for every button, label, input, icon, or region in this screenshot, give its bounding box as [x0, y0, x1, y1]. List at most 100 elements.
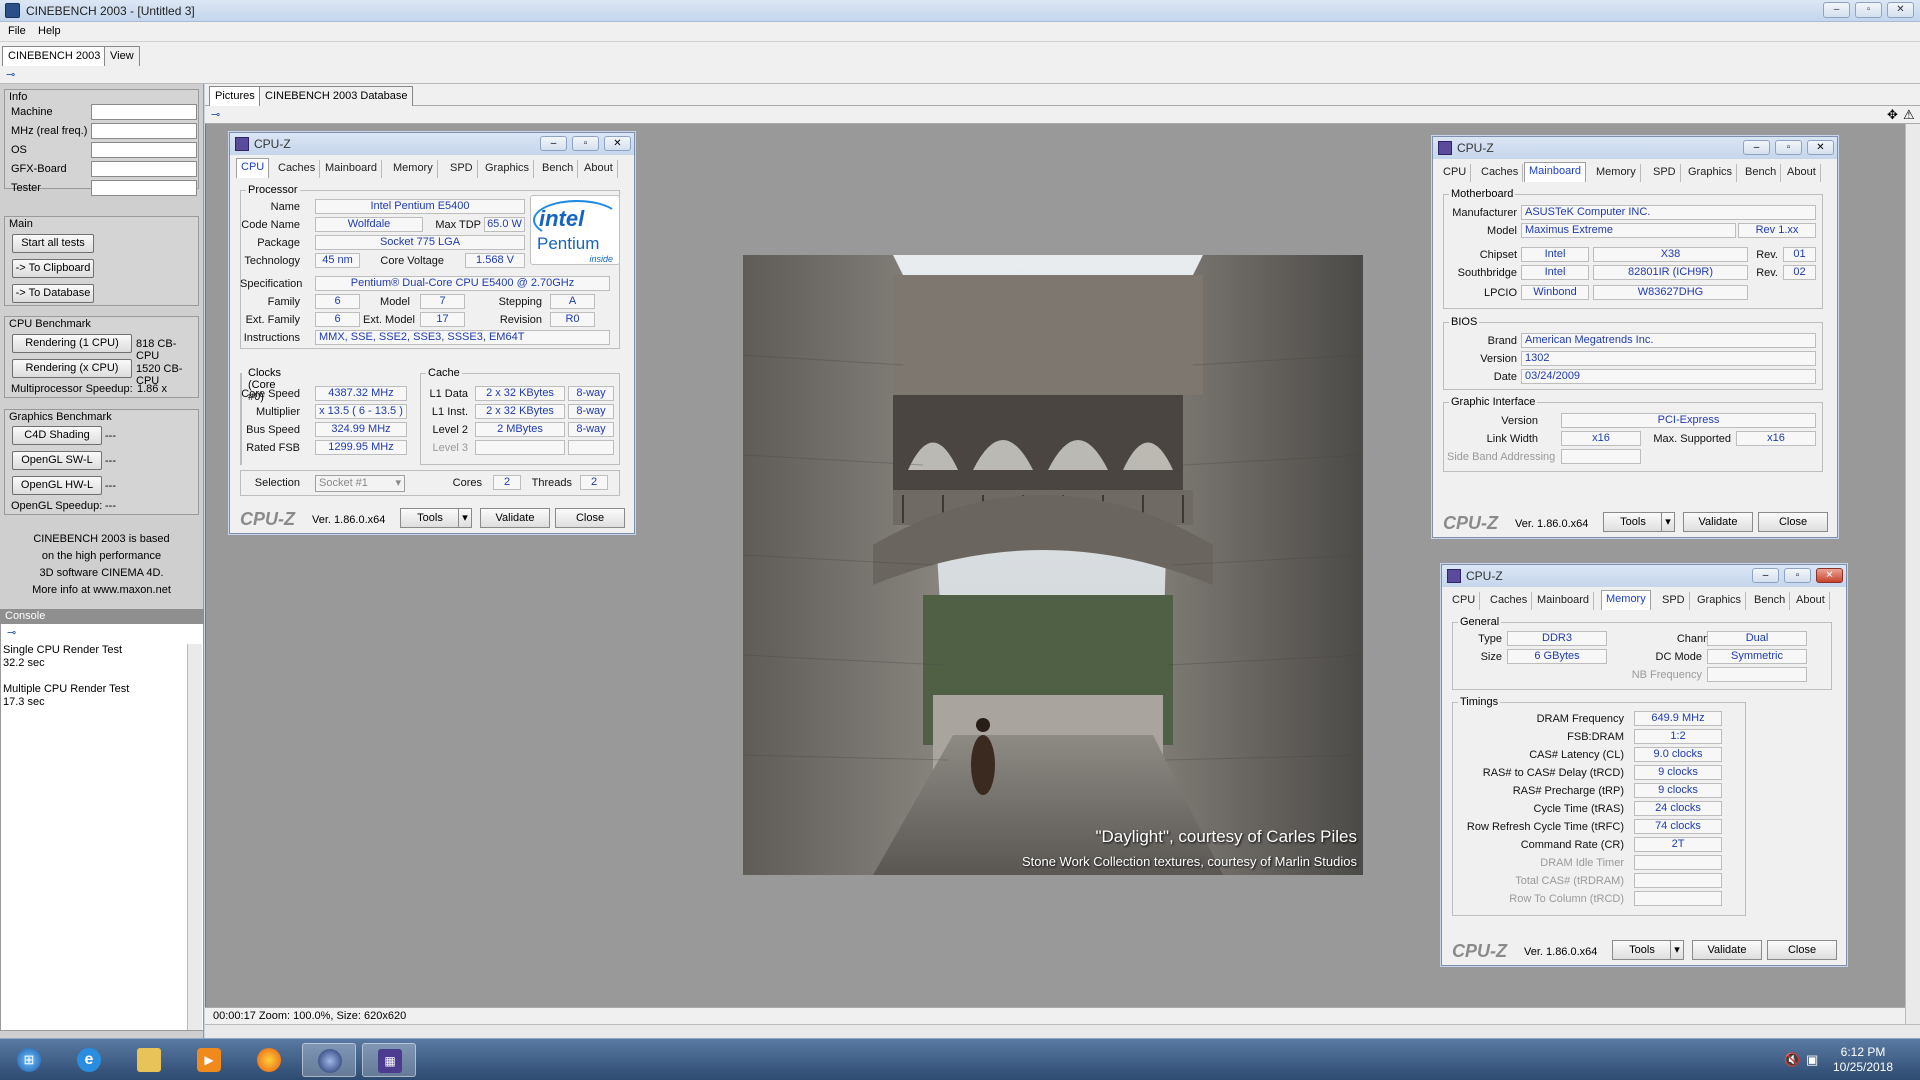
- cpuz-tab-cpu[interactable]: CPU: [1448, 592, 1481, 610]
- close-button[interactable]: ✕: [1887, 2, 1914, 18]
- taskbar-ie[interactable]: e: [62, 1043, 116, 1077]
- cpuz-close-button[interactable]: ✕: [1816, 568, 1843, 583]
- opengl-hw-button[interactable]: OpenGL HW-L: [12, 476, 102, 495]
- taskbar-cinebench[interactable]: [302, 1043, 356, 1077]
- network-icon[interactable]: ▣: [1806, 1052, 1818, 1068]
- cpuz-maximize-button[interactable]: ▫: [572, 136, 599, 151]
- cpuz-tab-spd[interactable]: SPD: [446, 160, 478, 178]
- horizontal-scrollbar[interactable]: [205, 1024, 1920, 1038]
- main-title: Main: [5, 216, 198, 230]
- cpuz-tab-about[interactable]: About: [580, 160, 618, 178]
- machine-field[interactable]: [91, 104, 197, 120]
- volume-icon[interactable]: 🔇: [1784, 1052, 1800, 1068]
- validate-button[interactable]: Validate: [1692, 940, 1762, 960]
- cpuz-tab-mainboard[interactable]: Mainboard: [1533, 592, 1594, 610]
- cpuz-tab-mainboard[interactable]: Mainboard: [1524, 162, 1586, 182]
- cpuz-tab-cpu[interactable]: CPU: [236, 158, 270, 178]
- tools-dropdown-icon[interactable]: ▾: [1670, 940, 1684, 960]
- machine-label: Machine: [11, 106, 53, 118]
- cpuz-tab-bench[interactable]: Bench: [1750, 592, 1791, 610]
- tools-dropdown-icon[interactable]: ▾: [1661, 512, 1675, 532]
- close-cpuz-button[interactable]: Close: [1758, 512, 1828, 532]
- tester-field[interactable]: [91, 180, 197, 196]
- taskbar-clock[interactable]: 6:12 PM 10/25/2018: [1828, 1045, 1898, 1075]
- about-line: 3D software CINEMA 4D.: [39, 567, 164, 579]
- tools-button[interactable]: Tools: [400, 508, 460, 528]
- cpuz-close-button[interactable]: ✕: [1807, 140, 1834, 155]
- picture-pin-icon[interactable]: ⊸: [211, 110, 224, 121]
- validate-button[interactable]: Validate: [1683, 512, 1753, 532]
- cpuz-window-cpu[interactable]: CPU-Z – ▫ ✕ CPU Caches Mainboard Memory …: [229, 132, 635, 534]
- menu-file[interactable]: File: [8, 25, 26, 37]
- close-cpuz-button[interactable]: Close: [1767, 940, 1837, 960]
- render-xcpu-button[interactable]: Rendering (x CPU): [12, 359, 132, 378]
- cpuz-tab-cpu[interactable]: CPU: [1439, 164, 1472, 182]
- l1-inst-label: L1 Inst.: [431, 406, 468, 418]
- cpuz-tab-spd[interactable]: SPD: [1649, 164, 1681, 182]
- tab-pictures[interactable]: Pictures: [209, 86, 261, 106]
- cpuz-maximize-button[interactable]: ▫: [1775, 140, 1802, 155]
- tab-cinebench[interactable]: CINEBENCH 2003: [2, 46, 107, 66]
- taskbar-firefox[interactable]: [242, 1043, 296, 1077]
- maximize-button[interactable]: ▫: [1855, 2, 1882, 18]
- cpuz-tab-spd[interactable]: SPD: [1658, 592, 1690, 610]
- cpuz-tab-graphics[interactable]: Graphics: [1684, 164, 1738, 182]
- timing-label: Total CAS# (tRDRAM): [1515, 875, 1624, 887]
- tools-dropdown-icon[interactable]: ▾: [458, 508, 472, 528]
- taskbar-cpuz[interactable]: ▦: [362, 1043, 416, 1077]
- cpuz-tab-graphics[interactable]: Graphics: [1693, 592, 1747, 610]
- vertical-scrollbar[interactable]: [1905, 124, 1920, 1024]
- cpuz-tab-about[interactable]: About: [1792, 592, 1830, 610]
- taskbar-media-player[interactable]: ▶: [182, 1043, 236, 1077]
- cpuz-tab-caches[interactable]: Caches: [274, 160, 321, 178]
- cpuz-tab-caches[interactable]: Caches: [1486, 592, 1533, 610]
- taskbar-explorer[interactable]: [122, 1043, 176, 1077]
- cpuz-tab-memory[interactable]: Memory: [389, 160, 438, 178]
- console-scrollbar[interactable]: [187, 644, 202, 1030]
- to-clipboard-button[interactable]: -> To Clipboard: [12, 259, 94, 278]
- manufacturer-label: Manufacturer: [1452, 207, 1517, 219]
- cpuz-close-button[interactable]: ✕: [604, 136, 631, 151]
- console-pin-icon[interactable]: ⊸: [7, 628, 20, 639]
- cpuz-maximize-button[interactable]: ▫: [1784, 568, 1811, 583]
- mhz-field[interactable]: [91, 123, 197, 139]
- socket-select[interactable]: Socket #1 ▾: [315, 475, 405, 492]
- minimize-button[interactable]: –: [1823, 2, 1850, 18]
- status-bar: 00:00:17 Zoom: 100.0%, Size: 620x620: [205, 1007, 1920, 1024]
- close-cpuz-button[interactable]: Close: [555, 508, 625, 528]
- gfx-board-field[interactable]: [91, 161, 197, 177]
- tab-database[interactable]: CINEBENCH 2003 Database: [259, 86, 414, 106]
- cpuz-tab-about[interactable]: About: [1783, 164, 1821, 182]
- model-label: Model: [1487, 225, 1517, 237]
- stepping-label: Stepping: [498, 296, 542, 308]
- opengl-sw-button[interactable]: OpenGL SW-L: [12, 451, 102, 470]
- cpuz-tab-bench[interactable]: Bench: [538, 160, 579, 178]
- selection-label: Selection: [254, 477, 300, 489]
- tools-button[interactable]: Tools: [1612, 940, 1672, 960]
- cpuz-window-memory[interactable]: CPU-Z – ▫ ✕ CPU Caches Mainboard Memory …: [1441, 564, 1847, 966]
- cpuz-minimize-button[interactable]: –: [540, 136, 567, 151]
- validate-button[interactable]: Validate: [480, 508, 550, 528]
- cpuz-window-mainboard[interactable]: CPU-Z – ▫ ✕ CPU Caches Mainboard Memory …: [1432, 136, 1838, 538]
- to-database-button[interactable]: -> To Database: [12, 284, 94, 303]
- cpuz-tab-graphics[interactable]: Graphics: [481, 160, 535, 178]
- tools-button[interactable]: Tools: [1603, 512, 1663, 532]
- pin-icon[interactable]: ⊸: [6, 70, 19, 81]
- menu-help[interactable]: Help: [38, 25, 61, 37]
- cpuz-tab-mainboard[interactable]: Mainboard: [321, 160, 382, 178]
- move-icon[interactable]: ✥: [1887, 107, 1898, 123]
- cpuz-tab-memory[interactable]: Memory: [1601, 590, 1651, 610]
- warning-icon[interactable]: ⚠: [1903, 107, 1915, 123]
- start-button[interactable]: ⊞: [2, 1043, 56, 1077]
- cpuz-minimize-button[interactable]: –: [1752, 568, 1779, 583]
- os-field[interactable]: [91, 142, 197, 158]
- cpuz-tab-bench[interactable]: Bench: [1741, 164, 1782, 182]
- tab-view[interactable]: View: [104, 46, 140, 66]
- cpuz-tab-caches[interactable]: Caches: [1477, 164, 1524, 182]
- start-all-tests-button[interactable]: Start all tests: [12, 234, 94, 253]
- c4d-shading-button[interactable]: C4D Shading: [12, 426, 102, 445]
- cpuz-minimize-button[interactable]: –: [1743, 140, 1770, 155]
- render-1cpu-button[interactable]: Rendering (1 CPU): [12, 334, 132, 353]
- lpcio-model: W83627DHG: [1593, 285, 1748, 300]
- cpuz-tab-memory[interactable]: Memory: [1592, 164, 1641, 182]
